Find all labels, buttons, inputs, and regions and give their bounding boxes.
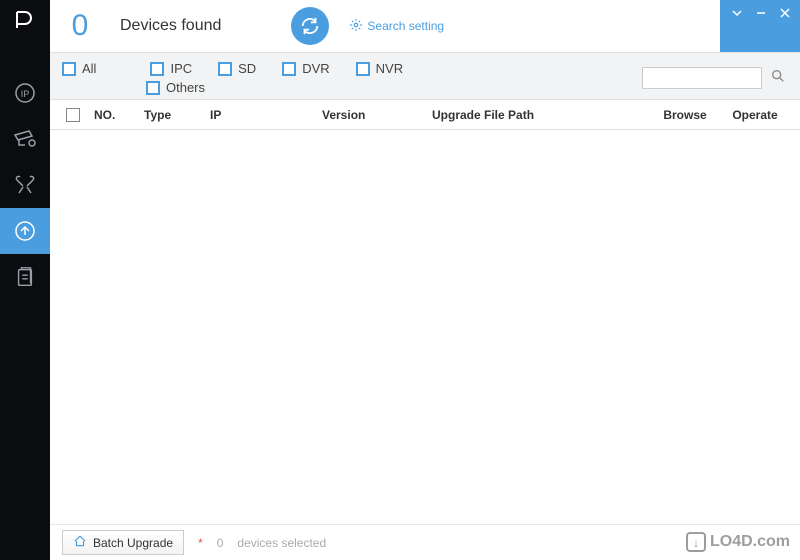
filter-search-input[interactable] bbox=[642, 67, 762, 89]
checkbox-icon[interactable] bbox=[282, 62, 296, 76]
sidebar: IP bbox=[0, 0, 50, 560]
required-star: * bbox=[198, 536, 203, 550]
search-setting-link[interactable]: Search setting bbox=[349, 18, 444, 35]
devices-found-label: Devices found bbox=[120, 17, 221, 35]
col-path: Upgrade File Path bbox=[426, 108, 650, 122]
nav-ip-icon[interactable]: IP bbox=[0, 70, 50, 116]
selected-count: 0 bbox=[217, 536, 224, 550]
search-icon[interactable] bbox=[770, 68, 786, 89]
filter-nvr[interactable]: NVR bbox=[356, 61, 403, 76]
checkbox-icon[interactable] bbox=[218, 62, 232, 76]
device-count: 0 bbox=[50, 9, 110, 43]
batch-upgrade-label: Batch Upgrade bbox=[93, 536, 173, 550]
gear-icon bbox=[349, 18, 363, 35]
batch-upgrade-button[interactable]: Batch Upgrade bbox=[62, 530, 184, 555]
checkbox-icon[interactable] bbox=[150, 62, 164, 76]
checkbox-icon[interactable] bbox=[146, 81, 160, 95]
col-operate: Operate bbox=[720, 108, 790, 122]
checkbox-icon[interactable] bbox=[356, 62, 370, 76]
header-bar: 0 Devices found Search setting bbox=[50, 0, 800, 52]
upgrade-icon bbox=[73, 534, 87, 551]
nav-upgrade-icon[interactable] bbox=[0, 208, 50, 254]
checkbox-icon[interactable] bbox=[62, 62, 76, 76]
refresh-icon bbox=[299, 15, 321, 37]
col-no: NO. bbox=[88, 108, 138, 122]
nav-document-icon[interactable] bbox=[0, 254, 50, 300]
svg-text:IP: IP bbox=[21, 89, 30, 99]
filter-sd[interactable]: SD bbox=[218, 61, 256, 76]
main-panel: 0 Devices found Search setting bbox=[50, 0, 800, 560]
col-ip: IP bbox=[204, 108, 316, 122]
filter-ipc[interactable]: IPC bbox=[150, 61, 192, 76]
filter-bar: All IPC SD DVR NVR bbox=[50, 52, 800, 100]
nav-tools-icon[interactable] bbox=[0, 162, 50, 208]
select-all-checkbox[interactable] bbox=[66, 108, 80, 122]
search-setting-label: Search setting bbox=[367, 19, 444, 33]
nav-camera-icon[interactable] bbox=[0, 116, 50, 162]
table-body bbox=[50, 130, 800, 524]
table-header: NO. Type IP Version Upgrade File Path Br… bbox=[50, 100, 800, 130]
col-browse: Browse bbox=[650, 108, 720, 122]
col-type: Type bbox=[138, 108, 204, 122]
footer-bar: Batch Upgrade * 0 devices selected bbox=[50, 524, 800, 560]
selected-label: devices selected bbox=[237, 536, 326, 550]
refresh-button[interactable] bbox=[291, 7, 329, 45]
filter-dvr[interactable]: DVR bbox=[282, 61, 329, 76]
filter-all[interactable]: All bbox=[62, 61, 96, 76]
app-logo bbox=[0, 0, 50, 40]
filter-others[interactable]: Others bbox=[146, 80, 205, 95]
col-version: Version bbox=[316, 108, 426, 122]
